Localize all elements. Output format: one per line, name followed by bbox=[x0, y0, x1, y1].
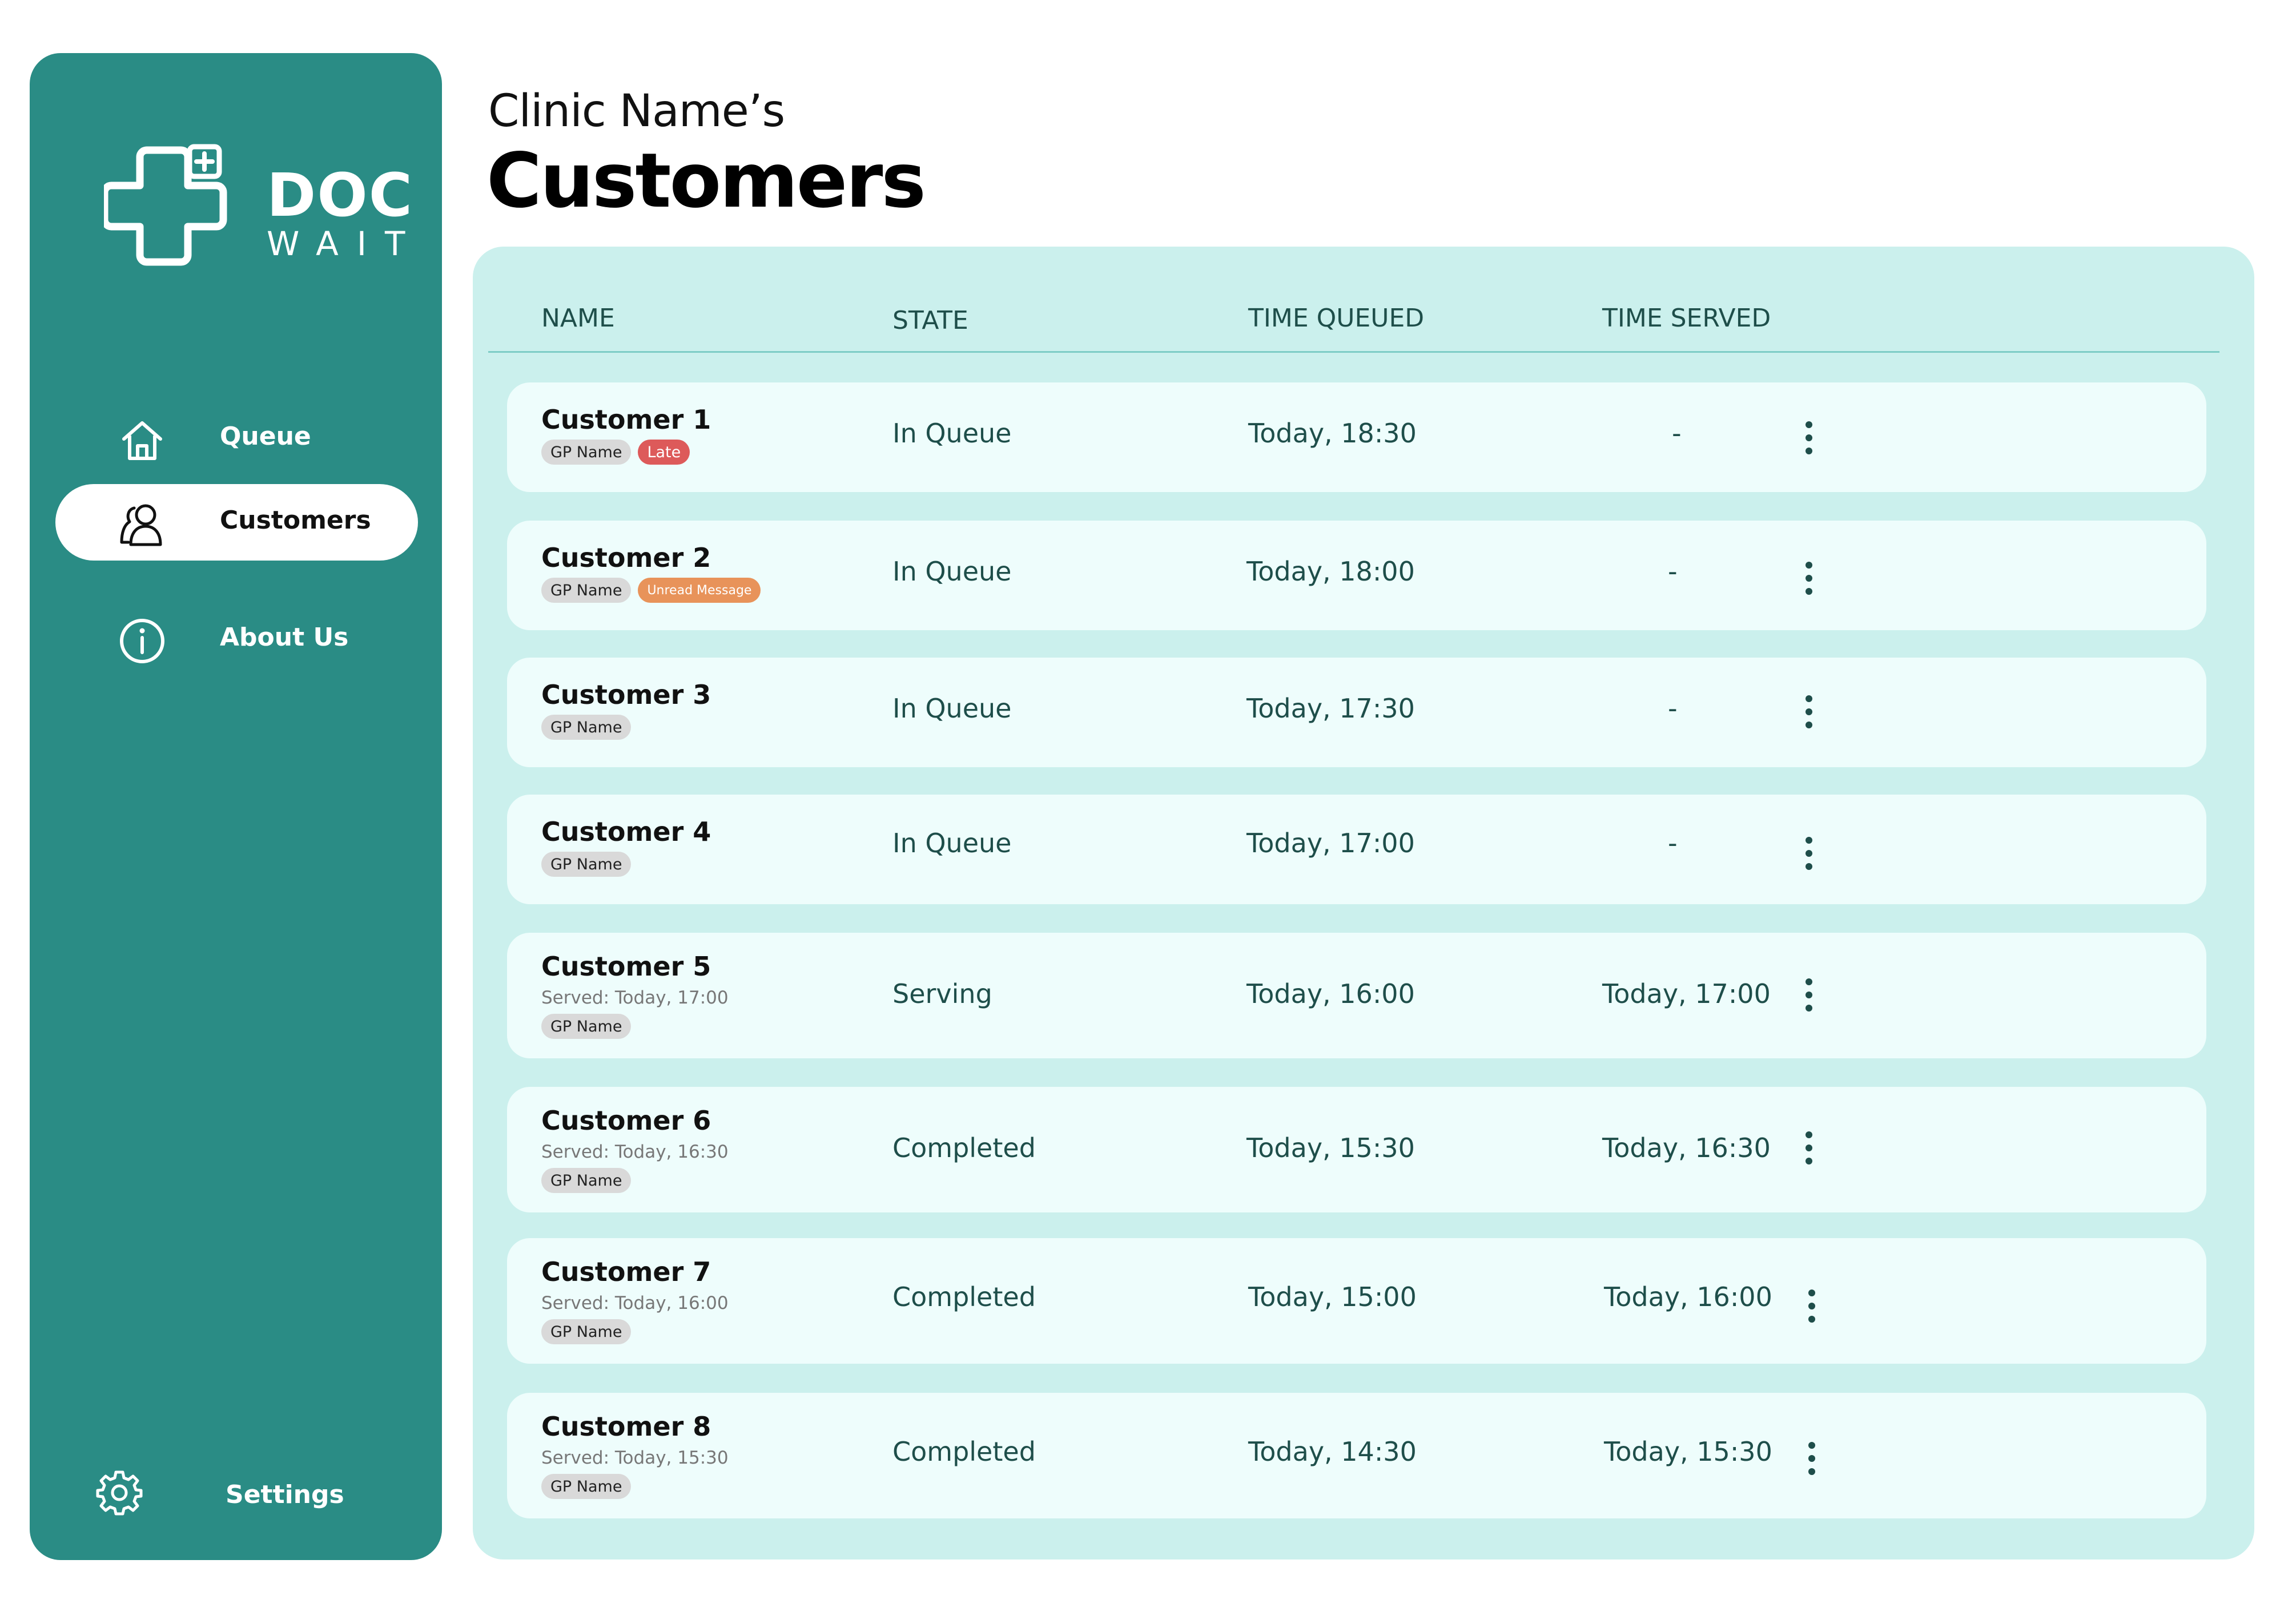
state-cell: In Queue bbox=[892, 828, 1012, 859]
customer-name: Customer 6 bbox=[541, 1105, 711, 1136]
header-divider bbox=[488, 351, 2219, 353]
settings-label: Settings bbox=[226, 1480, 344, 1509]
time-queued-cell: Today, 17:00 bbox=[1246, 828, 1415, 859]
sidebar: DOC WAIT Queue Customers About Us Settin… bbox=[30, 53, 442, 1560]
gear-icon bbox=[96, 1470, 143, 1516]
time-served-cell: - bbox=[1668, 556, 1678, 587]
served-note: Served: Today, 17:00 bbox=[541, 988, 729, 1008]
time-queued-cell: Today, 14:30 bbox=[1248, 1436, 1417, 1467]
app-logo[interactable]: DOC WAIT bbox=[104, 143, 412, 275]
time-queued-cell: Today, 18:00 bbox=[1246, 556, 1415, 587]
gp-badge: GP Name bbox=[541, 1474, 632, 1499]
time-served-cell: Today, 17:00 bbox=[1602, 978, 1771, 1009]
time-queued-cell: Today, 16:00 bbox=[1246, 978, 1415, 1009]
gp-badge: GP Name bbox=[541, 578, 632, 603]
gp-badge: GP Name bbox=[541, 852, 632, 877]
table-row[interactable]: Customer 1 GP Name Late In Queue Today, … bbox=[507, 382, 2206, 492]
customer-name: Customer 5 bbox=[541, 951, 711, 982]
state-cell: Completed bbox=[892, 1133, 1036, 1163]
table-row[interactable]: Customer 3 GP Name In Queue Today, 17:30… bbox=[507, 658, 2206, 767]
info-icon bbox=[120, 619, 164, 663]
served-note: Served: Today, 16:00 bbox=[541, 1293, 729, 1313]
nav-item-queue[interactable]: Queue bbox=[55, 400, 418, 477]
column-header-name[interactable]: NAME bbox=[541, 304, 615, 333]
gp-badge: GP Name bbox=[541, 715, 632, 740]
customer-name: Customer 3 bbox=[541, 679, 711, 710]
nav-label-customers: Customers bbox=[220, 506, 371, 535]
more-vertical-icon[interactable] bbox=[1798, 1128, 1820, 1168]
home-icon bbox=[122, 421, 162, 460]
customers-table: NAME STATE TIME QUEUED TIME SERVED Custo… bbox=[473, 247, 2254, 1559]
state-cell: In Queue bbox=[892, 418, 1012, 449]
more-vertical-icon[interactable] bbox=[1798, 975, 1820, 1015]
served-note: Served: Today, 15:30 bbox=[541, 1448, 729, 1468]
time-queued-cell: Today, 18:30 bbox=[1248, 418, 1417, 449]
state-cell: In Queue bbox=[892, 693, 1012, 724]
column-header-time-served[interactable]: TIME SERVED bbox=[1602, 304, 1771, 333]
customer-name: Customer 7 bbox=[541, 1256, 711, 1287]
state-cell: In Queue bbox=[892, 556, 1012, 587]
nav-item-customers[interactable]: Customers bbox=[55, 484, 418, 561]
more-vertical-icon[interactable] bbox=[1800, 1438, 1823, 1478]
table-row[interactable]: Customer 4 GP Name In Queue Today, 17:00… bbox=[507, 795, 2206, 904]
time-served-cell: Today, 15:30 bbox=[1604, 1436, 1772, 1467]
time-queued-cell: Today, 17:30 bbox=[1246, 693, 1415, 724]
column-header-time-queued[interactable]: TIME QUEUED bbox=[1248, 304, 1424, 333]
state-cell: Completed bbox=[892, 1436, 1036, 1467]
customer-name: Customer 8 bbox=[541, 1411, 711, 1442]
more-vertical-icon[interactable] bbox=[1798, 558, 1820, 598]
more-vertical-icon[interactable] bbox=[1798, 692, 1820, 732]
gp-badge: GP Name bbox=[541, 1319, 632, 1344]
time-served-cell: - bbox=[1672, 418, 1682, 449]
customer-name: Customer 4 bbox=[541, 816, 711, 847]
more-vertical-icon[interactable] bbox=[1800, 1286, 1823, 1326]
customer-name: Customer 2 bbox=[541, 542, 711, 573]
logo-text-wait: WAIT bbox=[267, 224, 424, 263]
column-header-state[interactable]: STATE bbox=[892, 306, 968, 335]
time-served-cell: - bbox=[1668, 693, 1678, 724]
customer-name: Customer 1 bbox=[541, 404, 711, 435]
nav-item-about-us[interactable]: About Us bbox=[55, 601, 418, 678]
state-cell: Completed bbox=[892, 1282, 1036, 1312]
late-badge: Late bbox=[638, 440, 690, 465]
table-row[interactable]: Customer 8 Served: Today, 15:30 GP Name … bbox=[507, 1393, 2206, 1518]
gp-badge: GP Name bbox=[541, 1014, 632, 1039]
more-vertical-icon[interactable] bbox=[1798, 418, 1820, 458]
time-served-cell: - bbox=[1668, 828, 1678, 859]
served-note: Served: Today, 16:30 bbox=[541, 1142, 729, 1162]
unread-message-badge: Unread Message bbox=[638, 578, 761, 603]
time-queued-cell: Today, 15:00 bbox=[1248, 1282, 1417, 1312]
logo-text-doc: DOC bbox=[267, 160, 414, 230]
table-row[interactable]: Customer 2 GP Name Unread Message In Que… bbox=[507, 521, 2206, 630]
table-row[interactable]: Customer 5 Served: Today, 17:00 GP Name … bbox=[507, 933, 2206, 1058]
more-vertical-icon[interactable] bbox=[1798, 833, 1820, 873]
settings-button[interactable]: Settings bbox=[95, 1463, 381, 1526]
clinic-name: Clinic Name’s bbox=[488, 86, 785, 137]
time-queued-cell: Today, 15:30 bbox=[1246, 1133, 1415, 1163]
medical-cross-plus-icon bbox=[104, 144, 227, 266]
page-title: Customers bbox=[486, 137, 926, 225]
gp-badge: GP Name bbox=[541, 1168, 632, 1193]
time-served-cell: Today, 16:00 bbox=[1604, 1282, 1772, 1312]
state-cell: Serving bbox=[892, 978, 992, 1009]
users-icon bbox=[120, 504, 162, 546]
table-row[interactable]: Customer 6 Served: Today, 16:30 GP Name … bbox=[507, 1087, 2206, 1212]
nav-label-queue: Queue bbox=[220, 422, 311, 451]
time-served-cell: Today, 16:30 bbox=[1602, 1133, 1771, 1163]
gp-badge: GP Name bbox=[541, 440, 632, 465]
nav-label-about-us: About Us bbox=[220, 623, 349, 652]
table-row[interactable]: Customer 7 Served: Today, 16:00 GP Name … bbox=[507, 1238, 2206, 1364]
